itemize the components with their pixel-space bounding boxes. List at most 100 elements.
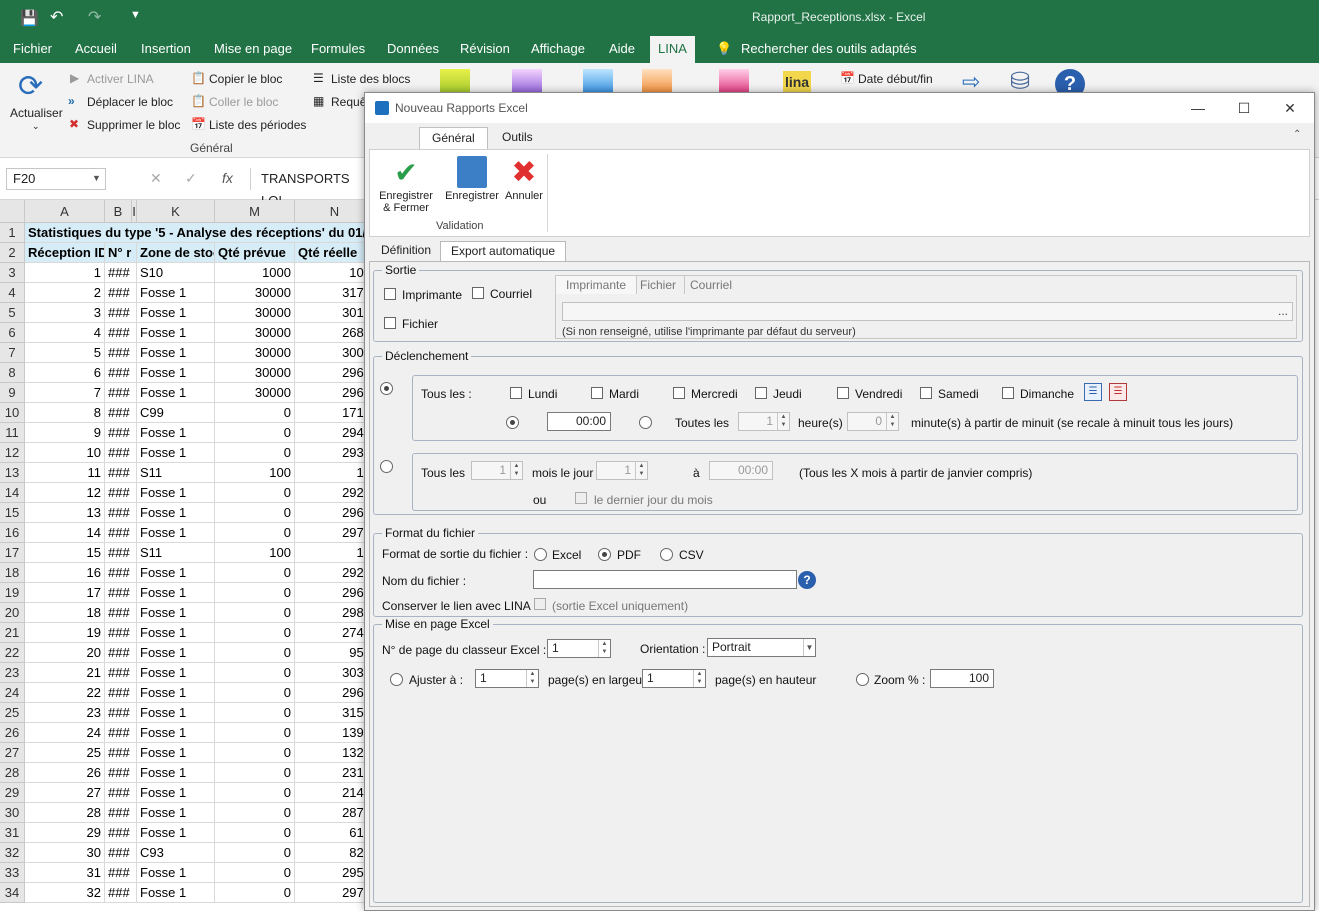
table-cell[interactable]: 2746 xyxy=(295,623,367,643)
table-cell[interactable]: ### xyxy=(105,303,137,323)
liste-periodes-button[interactable]: Liste des périodes xyxy=(209,118,306,132)
row-header[interactable]: 23 xyxy=(0,663,25,683)
row-header[interactable]: 30 xyxy=(0,803,25,823)
row-header[interactable]: 3 xyxy=(0,263,25,283)
mardi-checkbox[interactable] xyxy=(591,387,603,399)
name-box-chevron-icon[interactable]: ▼ xyxy=(92,173,101,183)
table-cell[interactable]: ### xyxy=(105,563,137,583)
excel-radio[interactable] xyxy=(534,548,547,561)
jeudi-checkbox[interactable] xyxy=(755,387,767,399)
csv-radio[interactable] xyxy=(660,548,673,561)
ajuster-radio[interactable] xyxy=(390,673,403,686)
table-cell[interactable]: 30000 xyxy=(215,303,295,323)
page-number-input[interactable]: 1 ▲ ▼ xyxy=(547,639,611,658)
select-all-corner[interactable] xyxy=(0,200,25,223)
table-cell[interactable]: 32 xyxy=(25,883,105,903)
table-cell[interactable]: S11 xyxy=(137,463,215,483)
table-cell[interactable]: ### xyxy=(105,703,137,723)
table-cell[interactable]: 30000 xyxy=(215,383,295,403)
table-cell[interactable]: C93 xyxy=(137,843,215,863)
help-icon[interactable]: ? xyxy=(798,571,816,589)
row-header[interactable]: 2 xyxy=(0,243,25,263)
spreadsheet-grid[interactable]: A B I K M N 1 Statistiques du type '5 - … xyxy=(0,200,367,911)
table-cell[interactable]: ### xyxy=(105,823,137,843)
maximize-icon[interactable]: ☐ xyxy=(1221,93,1267,123)
hours-input[interactable]: 1 ▲ ▼ xyxy=(738,412,790,431)
liste-blocs-button[interactable]: Liste des blocs xyxy=(331,72,410,86)
day-input[interactable]: 1 ▲ ▼ xyxy=(596,461,648,480)
table-cell[interactable]: Fosse 1 xyxy=(137,283,215,303)
row-header[interactable]: 26 xyxy=(0,723,25,743)
table-cell[interactable]: 2 xyxy=(25,283,105,303)
table-cell[interactable]: ### xyxy=(105,743,137,763)
table-cell[interactable]: 3 xyxy=(25,303,105,323)
row-header[interactable]: 34 xyxy=(0,883,25,903)
monthly-radio[interactable] xyxy=(380,460,393,473)
table-cell[interactable]: 2146 xyxy=(295,783,367,803)
date-debut-fin-button[interactable]: Date début/fin xyxy=(858,72,933,86)
table-cell[interactable]: Fosse 1 xyxy=(137,503,215,523)
table-cell[interactable]: 2966 xyxy=(295,503,367,523)
table-cell[interactable]: Fosse 1 xyxy=(137,663,215,683)
customize-toolbar-icon[interactable]: ▼ xyxy=(130,9,141,21)
table-cell[interactable]: ### xyxy=(105,403,137,423)
actualiser-button[interactable]: Actualiser xyxy=(10,106,63,120)
table-cell[interactable]: 1 xyxy=(25,263,105,283)
table-cell[interactable]: 22 xyxy=(25,683,105,703)
table-cell[interactable]: 3036 xyxy=(295,663,367,683)
table-cell[interactable]: 10 xyxy=(295,543,367,563)
table-cell[interactable]: 2962 xyxy=(295,583,367,603)
table-cell[interactable]: 0 xyxy=(215,723,295,743)
table-cell[interactable]: 3156 xyxy=(295,703,367,723)
table-cell[interactable]: ### xyxy=(105,523,137,543)
table-cell[interactable]: ### xyxy=(105,863,137,883)
lina-logo[interactable]: lina xyxy=(783,71,811,93)
table-cell[interactable]: 100 xyxy=(215,463,295,483)
table-cell[interactable]: 0 xyxy=(215,523,295,543)
table-cell[interactable]: Fosse 1 xyxy=(137,723,215,743)
tab-imprimante[interactable]: Imprimante xyxy=(556,276,638,294)
imprimante-checkbox[interactable] xyxy=(384,288,396,300)
table-cell[interactable]: 2686 xyxy=(295,323,367,343)
table-cell[interactable]: 3002 xyxy=(295,343,367,363)
table-cell[interactable]: Fosse 1 xyxy=(137,583,215,603)
save-icon[interactable]: 💾 xyxy=(20,9,39,27)
table-cell[interactable]: ### xyxy=(105,543,137,563)
table-cell[interactable]: 30000 xyxy=(215,343,295,363)
table-cell[interactable]: 21 xyxy=(25,663,105,683)
table-cell[interactable]: 0 xyxy=(215,803,295,823)
hauteur-spinner-icon[interactable]: ▲ ▼ xyxy=(693,670,705,687)
minimize-icon[interactable]: — xyxy=(1175,93,1221,123)
vendredi-checkbox[interactable] xyxy=(837,387,849,399)
row-header[interactable]: 9 xyxy=(0,383,25,403)
table-cell[interactable]: 23 xyxy=(25,703,105,723)
table-cell[interactable]: 0 xyxy=(215,843,295,863)
table-cell[interactable]: 11 xyxy=(25,463,105,483)
table-cell[interactable]: 10 xyxy=(25,443,105,463)
table-cell[interactable]: 8 xyxy=(25,403,105,423)
row-header[interactable]: 29 xyxy=(0,783,25,803)
table-cell[interactable]: 0 xyxy=(215,823,295,843)
report-title-cell[interactable]: Statistiques du type '5 - Analyse des ré… xyxy=(25,223,367,243)
table-cell[interactable]: 0 xyxy=(215,583,295,603)
table-cell[interactable]: 100 xyxy=(295,263,367,283)
row-header[interactable]: 27 xyxy=(0,743,25,763)
table-cell[interactable]: 0 xyxy=(215,683,295,703)
row-header[interactable]: 25 xyxy=(0,703,25,723)
mercredi-checkbox[interactable] xyxy=(673,387,685,399)
table-cell[interactable]: 10 xyxy=(295,463,367,483)
row-header[interactable]: 31 xyxy=(0,823,25,843)
row-header[interactable]: 15 xyxy=(0,503,25,523)
table-cell[interactable]: 16 xyxy=(25,563,105,583)
table-cell[interactable]: ### xyxy=(105,623,137,643)
table-cell[interactable]: Fosse 1 xyxy=(137,383,215,403)
table-cell[interactable]: 24 xyxy=(25,723,105,743)
table-cell[interactable]: 30 xyxy=(25,843,105,863)
table-cell[interactable]: ### xyxy=(105,443,137,463)
table-cell[interactable]: 3014 xyxy=(295,303,367,323)
tab-accueil[interactable]: Accueil xyxy=(75,41,117,56)
subtab-export-auto[interactable]: Export automatique xyxy=(440,241,567,261)
table-cell[interactable]: Fosse 1 xyxy=(137,683,215,703)
table-cell[interactable]: Fosse 1 xyxy=(137,483,215,503)
table-cell[interactable]: Fosse 1 xyxy=(137,743,215,763)
